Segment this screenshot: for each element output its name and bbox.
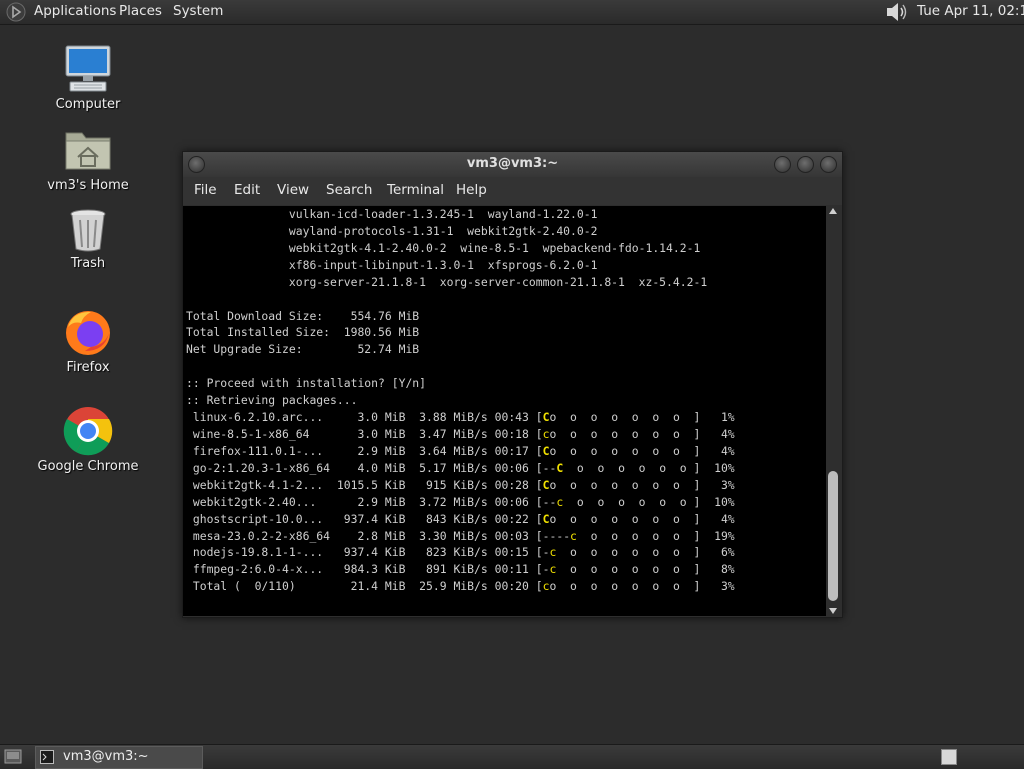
window-titlebar[interactable]: vm3@vm3:~ [183, 152, 842, 177]
desktop-icon-label: Google Chrome [37, 459, 139, 474]
desktop-icon-home[interactable]: vm3's Home [28, 127, 148, 193]
download-row: webkit2gtk-2.40... 2.9 MiB 3.72 MiB/s 00… [186, 494, 735, 509]
download-row: linux-6.2.10.arc... 3.0 MiB 3.88 MiB/s 0… [186, 410, 735, 425]
summary-line: Net Upgrade Size: 52.74 MiB [186, 342, 420, 357]
download-total-row: Total ( 0/110) 21.4 MiB 25.9 MiB/s 00:20… [186, 579, 735, 594]
download-row: ffmpeg-2:6.0-4-x... 984.3 KiB 891 KiB/s … [186, 562, 735, 577]
workspace-switcher-icon[interactable] [941, 749, 957, 765]
scroll-thumb[interactable] [828, 471, 838, 601]
home-folder-icon [65, 132, 111, 170]
terminal-scrollbar[interactable] [826, 206, 841, 616]
package-list-line: wayland-protocols-1.31-1 webkit2gtk-2.40… [186, 223, 598, 238]
desktop-icon-trash[interactable]: Trash [28, 207, 148, 271]
package-list-line: vulkan-icd-loader-1.3.245-1 wayland-1.22… [186, 207, 598, 221]
terminal-menubar: File Edit View Search Terminal Help [183, 177, 842, 205]
pacman-glyph: C [542, 410, 550, 425]
package-list-line: xorg-server-21.1.8-1 xorg-server-common-… [186, 274, 708, 289]
applications-menu[interactable]: Applications [34, 3, 116, 20]
menu-terminal[interactable]: Terminal [387, 182, 444, 199]
pacman-glyph: C [542, 443, 550, 458]
menu-file[interactable]: File [194, 182, 217, 199]
desktop-icon-label: vm3's Home [47, 178, 129, 193]
pacman-glyph: c [556, 494, 564, 509]
pacman-glyph: c [542, 579, 550, 594]
package-list-line: webkit2gtk-4.1-2.40.0-2 wine-8.5-1 wpeba… [186, 240, 701, 255]
terminal-window[interactable]: vm3@vm3:~ File Edit View Search Terminal… [182, 151, 843, 618]
pacman-glyph: c [570, 528, 577, 543]
desktop-icon-label: Computer [55, 97, 121, 112]
summary-line: Total Installed Size: 1980.56 MiB [186, 325, 420, 340]
pacman-glyph: C [542, 511, 550, 526]
menu-edit[interactable]: Edit [234, 182, 260, 199]
top-panel: Applications Places System Tue Apr 11, 0… [0, 0, 1024, 25]
package-list-line: xf86-input-libinput-1.3.0-1 xfsprogs-6.2… [186, 257, 598, 272]
menu-search[interactable]: Search [326, 182, 372, 199]
clock[interactable]: Tue Apr 11, 02:16 [917, 3, 1024, 20]
distro-logo-icon[interactable] [6, 2, 26, 22]
maximize-button[interactable] [797, 156, 814, 173]
volume-icon[interactable] [884, 1, 910, 23]
desktop-icon-label: Firefox [66, 360, 110, 375]
pacman-glyph: c [549, 545, 557, 560]
pacman-glyph: c [549, 562, 557, 577]
download-row: ghostscript-10.0... 937.4 KiB 843 KiB/s … [186, 511, 735, 526]
pacman-glyph: C [542, 477, 550, 492]
terminal-output[interactable]: vulkan-icd-loader-1.3.245-1 wayland-1.22… [183, 206, 826, 616]
download-row: firefox-111.0.1-... 2.9 MiB 3.64 MiB/s 0… [186, 443, 735, 458]
terminal-text: vulkan-icd-loader-1.3.245-1 wayland-1.22… [183, 206, 826, 595]
desktop-icon-firefox[interactable]: Firefox [28, 307, 148, 375]
menu-help[interactable]: Help [456, 182, 487, 199]
trash-icon [70, 209, 106, 252]
show-desktop-icon[interactable] [4, 748, 22, 765]
taskbar-button-label: vm3@vm3:~ [63, 749, 149, 764]
download-row: nodejs-19.8.1-1-... 937.4 KiB 823 KiB/s … [186, 545, 735, 560]
download-row: wine-8.5-1-x86_64 3.0 MiB 3.47 MiB/s 00:… [186, 426, 735, 441]
desktop-icon-chrome[interactable]: Google Chrome [28, 406, 148, 474]
download-row: go-2:1.20.3-1-x86_64 4.0 MiB 5.17 MiB/s … [186, 460, 735, 475]
summary-line: Total Download Size: 554.76 MiB [186, 308, 420, 323]
menu-view[interactable]: View [277, 182, 309, 199]
bottom-panel: vm3@vm3:~ [0, 744, 1024, 769]
firefox-icon [66, 311, 110, 355]
desktop-icon-label: Trash [70, 256, 106, 271]
places-menu[interactable]: Places [119, 3, 162, 20]
window-title: vm3@vm3:~ [466, 156, 559, 171]
desktop-icon-computer[interactable]: Computer [28, 44, 148, 112]
install-prompt: :: Proceed with installation? [Y/n] [186, 376, 427, 391]
system-menu[interactable]: System [173, 3, 223, 20]
taskbar-button-terminal[interactable]: vm3@vm3:~ [35, 746, 203, 769]
pacman-glyph: c [542, 426, 550, 441]
terminal-icon [40, 750, 54, 764]
scroll-up-arrow-icon[interactable] [829, 208, 837, 214]
download-row: webkit2gtk-4.1-2... 1015.5 KiB 915 KiB/s… [186, 477, 735, 492]
close-button[interactable] [820, 156, 837, 173]
status-line: :: Retrieving packages... [186, 393, 358, 408]
chrome-icon [63, 407, 113, 456]
scroll-down-arrow-icon[interactable] [829, 608, 837, 614]
minimize-button[interactable] [774, 156, 791, 173]
download-row: mesa-23.0.2-2-x86_64 2.8 MiB 3.30 MiB/s … [186, 528, 735, 543]
pacman-glyph: C [556, 460, 564, 475]
computer-icon [65, 45, 111, 92]
